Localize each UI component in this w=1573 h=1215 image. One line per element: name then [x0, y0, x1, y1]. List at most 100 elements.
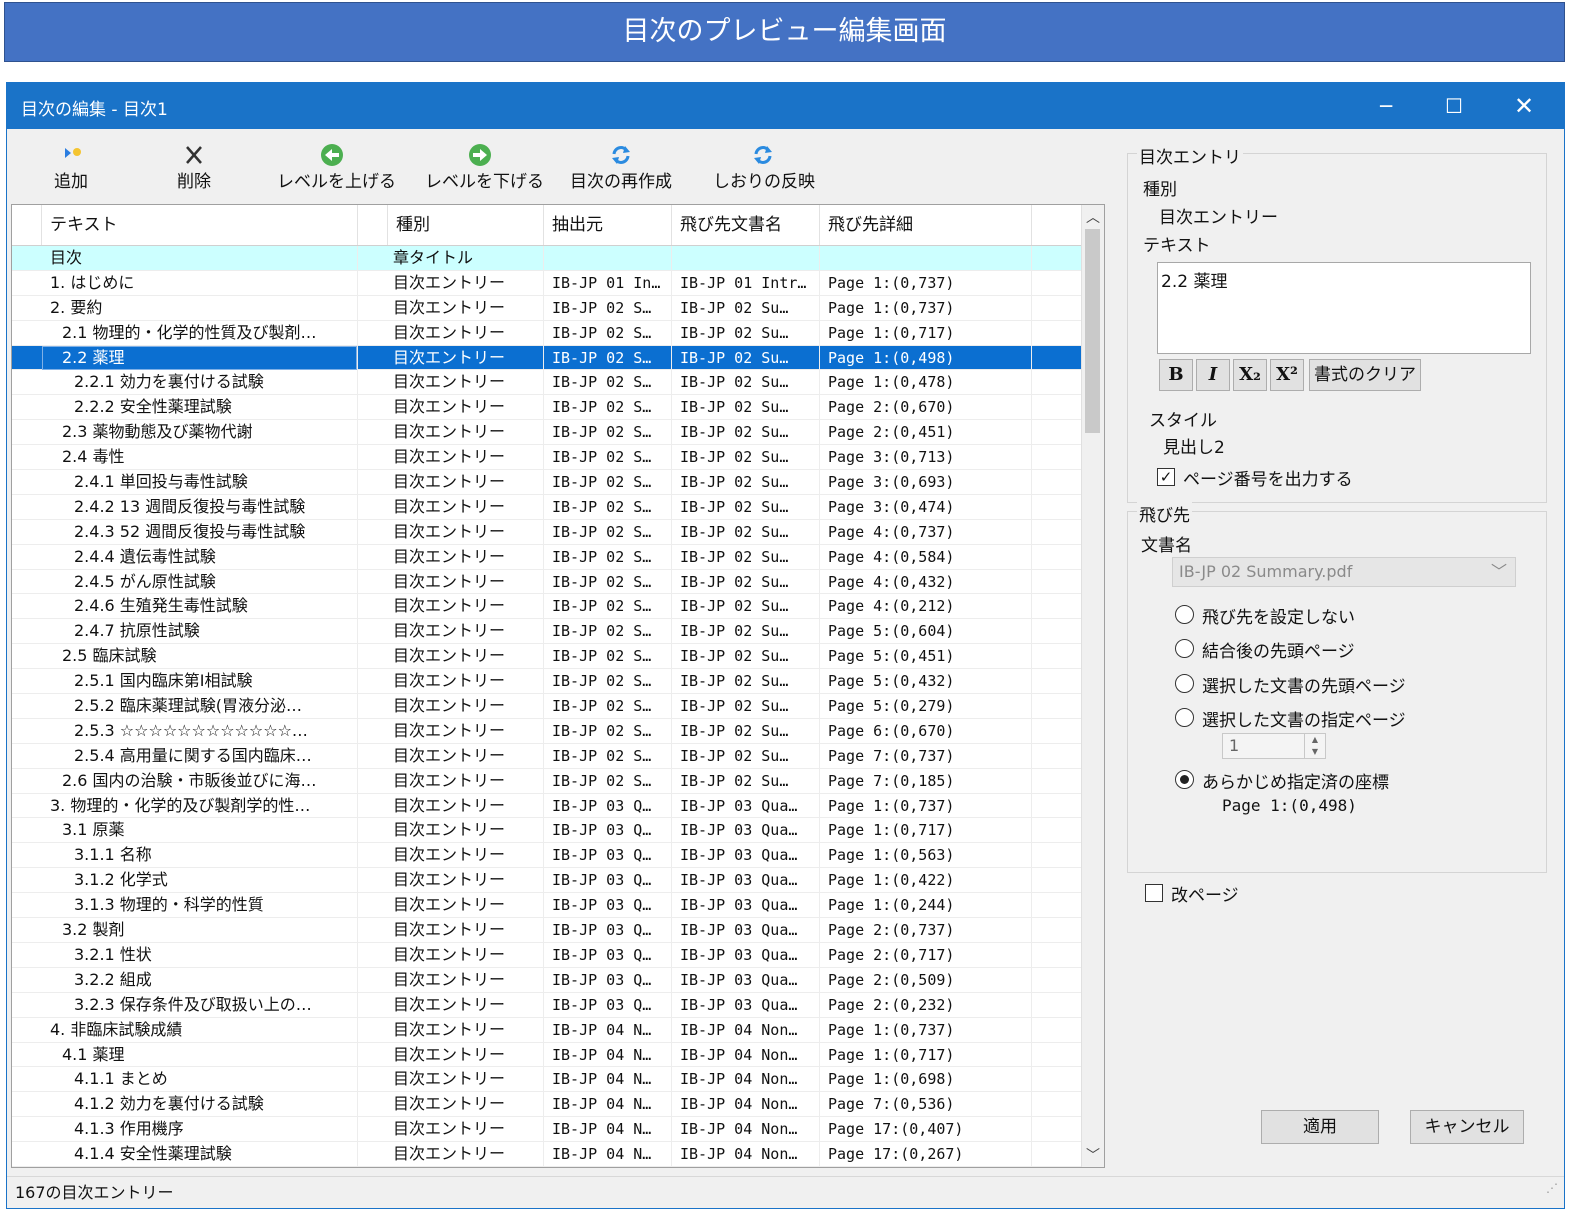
- cell-detail: Page 1:(0,563): [820, 843, 1032, 868]
- add-button[interactable]: 追加: [47, 143, 95, 192]
- table-row[interactable]: 2.4.4 遺伝毒性試験 目次エントリー IB-JP 02 S… IB-JP 02 S…: [12, 544, 1084, 570]
- table-row[interactable]: 2.5.1 国内臨床第Ⅰ相試験 目次エントリー IB-JP 02 S… IB-JP 0…: [12, 669, 1084, 695]
- cell-kind: 目次エントリー: [388, 992, 544, 1017]
- table-row[interactable]: 3.1 原薬 目次エントリー IB-JP 03 Q… IB-JP 03 Qua… Pag…: [12, 818, 1084, 844]
- cell-text: 2.4.6 生殖発生毒性試験: [42, 594, 358, 619]
- table-row[interactable]: 2.2 薬理 目次エントリー IB-JP 02 S… IB-JP 02 Su… Page…: [12, 345, 1084, 371]
- table-row[interactable]: 3.2.3 保存条件及び取扱い上の… 目次エントリー IB-JP 03 Q… IB-J…: [12, 992, 1084, 1018]
- table-row[interactable]: 2.5.4 高用量に関する国内臨床… 目次エントリー IB-JP 02 S… IB-J…: [12, 743, 1084, 769]
- apply-bookmarks-button[interactable]: しおりの反映: [713, 143, 815, 192]
- table-row[interactable]: 2.4 毒性 目次エントリー IB-JP 02 S… IB-JP 02 Su… Page…: [12, 445, 1084, 471]
- close-button[interactable]: ✕: [1491, 83, 1557, 129]
- table-row[interactable]: 3.1.1 名称 目次エントリー IB-JP 03 Q… IB-JP 03 Qua… P…: [12, 843, 1084, 869]
- cell-src: IB-JP 03 Q…: [544, 893, 672, 918]
- cell-detail: Page 4:(0,584): [820, 544, 1032, 569]
- resize-grip-icon[interactable]: ⋰: [1546, 1172, 1558, 1204]
- table-row[interactable]: 4. 非臨床試験成績 目次エントリー IB-JP 04 N… IB-JP 04 Non…: [12, 1017, 1084, 1043]
- bold-button[interactable]: B: [1159, 359, 1193, 391]
- cell-text: 1. はじめに: [42, 270, 358, 295]
- radio-no-destination[interactable]: [1175, 605, 1194, 624]
- table-row[interactable]: 2.4.7 抗原性試験 目次エントリー IB-JP 02 S… IB-JP 02 Su…: [12, 619, 1084, 645]
- table-row[interactable]: 2. 要約 目次エントリー IB-JP 02 S… IB-JP 02 Su… Page …: [12, 295, 1084, 321]
- cell-src: IB-JP 02 S…: [544, 494, 672, 519]
- cell-doc: IB-JP 03 Qua…: [672, 992, 820, 1017]
- table-row[interactable]: 2.3 薬物動態及び薬物代謝 目次エントリー IB-JP 02 S… IB-JP 02…: [12, 420, 1084, 446]
- table-row[interactable]: 1. はじめに 目次エントリー IB-JP 01 In… IB-JP 01 Intr……: [12, 270, 1084, 296]
- cancel-button[interactable]: キャンセル: [1410, 1110, 1524, 1144]
- cell-doc: IB-JP 02 Su…: [672, 345, 820, 370]
- table-row[interactable]: 3.2.1 性状 目次エントリー IB-JP 03 Q… IB-JP 03 Qua… P…: [12, 942, 1084, 968]
- page-number-stepper[interactable]: 1 ▲ ▼: [1222, 733, 1326, 759]
- table-row[interactable]: 2.4.5 がん原性試験 目次エントリー IB-JP 02 S… IB-JP 02 S…: [12, 569, 1084, 595]
- column-header-text[interactable]: テキスト: [42, 205, 358, 245]
- table-row[interactable]: 2.6 国内の治験・市販後並びに海… 目次エントリー IB-JP 02 S… IB-J…: [12, 768, 1084, 794]
- table-row[interactable]: 2.4.6 生殖発生毒性試験 目次エントリー IB-JP 02 S… IB-JP 02…: [12, 594, 1084, 620]
- page-break-checkbox[interactable]: [1145, 884, 1163, 902]
- column-header-source[interactable]: 抽出元: [544, 205, 672, 245]
- subscript-button[interactable]: X₂: [1233, 359, 1267, 391]
- stepper-up-icon[interactable]: ▲: [1304, 734, 1325, 746]
- cell-doc: IB-JP 02 Su…: [672, 743, 820, 768]
- minimize-button[interactable]: ─: [1353, 83, 1419, 129]
- cell-detail: Page 17:(0,407): [820, 1117, 1032, 1142]
- table-row[interactable]: 3.2 製剤 目次エントリー IB-JP 03 Q… IB-JP 03 Qua… Pag…: [12, 918, 1084, 943]
- table-row[interactable]: 3.1.3 物理的・科学的性質 目次エントリー IB-JP 03 Q… IB-JP 0…: [12, 893, 1084, 919]
- column-header-dest-detail[interactable]: 飛び先詳細: [820, 205, 1032, 245]
- table-row[interactable]: 2.5 臨床試験 目次エントリー IB-JP 02 S… IB-JP 02 Su… Pa…: [12, 644, 1084, 670]
- table-row[interactable]: 4.1.1 まとめ 目次エントリー IB-JP 04 N… IB-JP 04 Non……: [12, 1067, 1084, 1093]
- radio-preset-coordinates[interactable]: [1175, 770, 1194, 789]
- table-row[interactable]: 4.1.4 安全性薬理試験 目次エントリー IB-JP 04 N… IB-JP 04 …: [12, 1142, 1084, 1167]
- scroll-thumb[interactable]: [1085, 229, 1100, 433]
- chevron-down-icon: ﹀: [1490, 562, 1507, 581]
- entry-text-field[interactable]: 2.2 薬理: [1157, 262, 1531, 354]
- output-page-checkbox[interactable]: ✓: [1157, 468, 1175, 486]
- cell-doc: IB-JP 03 Qua…: [672, 793, 820, 818]
- radio-selected-first-page[interactable]: [1175, 674, 1194, 693]
- delete-icon: [186, 146, 202, 164]
- regenerate-toc-button[interactable]: 目次の再作成: [566, 143, 676, 192]
- table-row[interactable]: 4.1.2 効力を裏付ける試験 目次エントリー IB-JP 04 N… IB-JP 0…: [12, 1092, 1084, 1118]
- table-row[interactable]: 2.4.1 単回投与毒性試験 目次エントリー IB-JP 02 S… IB-JP 02…: [12, 470, 1084, 495]
- maximize-button[interactable]: ☐: [1421, 83, 1487, 129]
- radio-specified-page[interactable]: [1175, 708, 1194, 727]
- table-row[interactable]: 4.1 薬理 目次エントリー IB-JP 04 N… IB-JP 04 Non… Pag…: [12, 1042, 1084, 1068]
- cell-doc: IB-JP 03 Qua…: [672, 967, 820, 992]
- table-row[interactable]: 2.5.2 臨床薬理試験(胃液分泌… 目次エントリー IB-JP 02 S… IB-J…: [12, 694, 1084, 719]
- cell-kind: 目次エントリー: [388, 1117, 544, 1142]
- clear-format-button[interactable]: 書式のクリア: [1309, 359, 1421, 391]
- italic-button[interactable]: I: [1196, 359, 1230, 391]
- column-header-dest-doc[interactable]: 飛び先文書名: [672, 205, 820, 245]
- scroll-up-icon[interactable]: ︿: [1082, 207, 1104, 227]
- docname-select[interactable]: IB-JP 02 Summary.pdf ﹀: [1172, 557, 1516, 587]
- radio-specified-page-label: 選択した文書の指定ページ: [1202, 711, 1406, 731]
- cell-detail: Page 2:(0,737): [820, 918, 1032, 943]
- apply-button[interactable]: 適用: [1261, 1110, 1379, 1144]
- table-row[interactable]: 目次 章タイトル: [12, 246, 1084, 271]
- table-row[interactable]: 2.1 物理的・化学的性質及び製剤… 目次エントリー IB-JP 02 S… IB-J…: [12, 320, 1084, 346]
- table-row[interactable]: 2.5.3 ☆☆☆☆☆☆☆☆☆☆☆☆… 目次エントリー IB-JP 02 S… IB-…: [12, 718, 1084, 744]
- delete-button[interactable]: 削除: [170, 143, 218, 192]
- level-down-button[interactable]: レベルを下げる: [425, 143, 544, 192]
- cell-doc: IB-JP 02 Su…: [672, 768, 820, 793]
- table-row[interactable]: 2.4.3 52 週間反復投与毒性試験 目次エントリー IB-JP 02 S… IB-…: [12, 519, 1084, 545]
- cell-doc: IB-JP 02 Su…: [672, 519, 820, 544]
- cell-text: 4.1.4 安全性薬理試験: [42, 1142, 358, 1167]
- superscript-button[interactable]: X²: [1270, 359, 1304, 391]
- table-row[interactable]: 2.2.2 安全性薬理試験 目次エントリー IB-JP 02 S… IB-JP 02 …: [12, 395, 1084, 421]
- table-row[interactable]: 3. 物理的・化学的及び製剤学的性… 目次エントリー IB-JP 03 Q… IB-J…: [12, 793, 1084, 819]
- table-row[interactable]: 2.2.1 効力を裏付ける試験 目次エントリー IB-JP 02 S… IB-JP 0…: [12, 370, 1084, 396]
- radio-merged-first-page[interactable]: [1175, 639, 1194, 658]
- scroll-down-icon[interactable]: ﹀: [1082, 1145, 1104, 1165]
- vertical-scrollbar[interactable]: ︿ ﹀: [1081, 205, 1104, 1167]
- cell-detail: Page 1:(0,498): [820, 345, 1032, 370]
- table-row[interactable]: 4.1.3 作用機序 目次エントリー IB-JP 04 N… IB-JP 04 Non…: [12, 1117, 1084, 1143]
- cell-detail: Page 1:(0,737): [820, 270, 1032, 295]
- table-row[interactable]: 2.4.2 13 週間反復投与毒性試験 目次エントリー IB-JP 02 S… IB-…: [12, 494, 1084, 520]
- table-row[interactable]: 3.2.2 組成 目次エントリー IB-JP 03 Q… IB-JP 03 Qua… P…: [12, 967, 1084, 993]
- stepper-down-icon[interactable]: ▼: [1304, 746, 1325, 758]
- table-row[interactable]: 3.1.2 化学式 目次エントリー IB-JP 03 Q… IB-JP 03 Qua……: [12, 868, 1084, 894]
- column-header-kind[interactable]: 種別: [388, 205, 544, 245]
- level-up-button[interactable]: レベルを上げる: [277, 143, 396, 192]
- cell-detail: Page 5:(0,451): [820, 644, 1032, 669]
- cell-doc: IB-JP 02 Su…: [672, 445, 820, 470]
